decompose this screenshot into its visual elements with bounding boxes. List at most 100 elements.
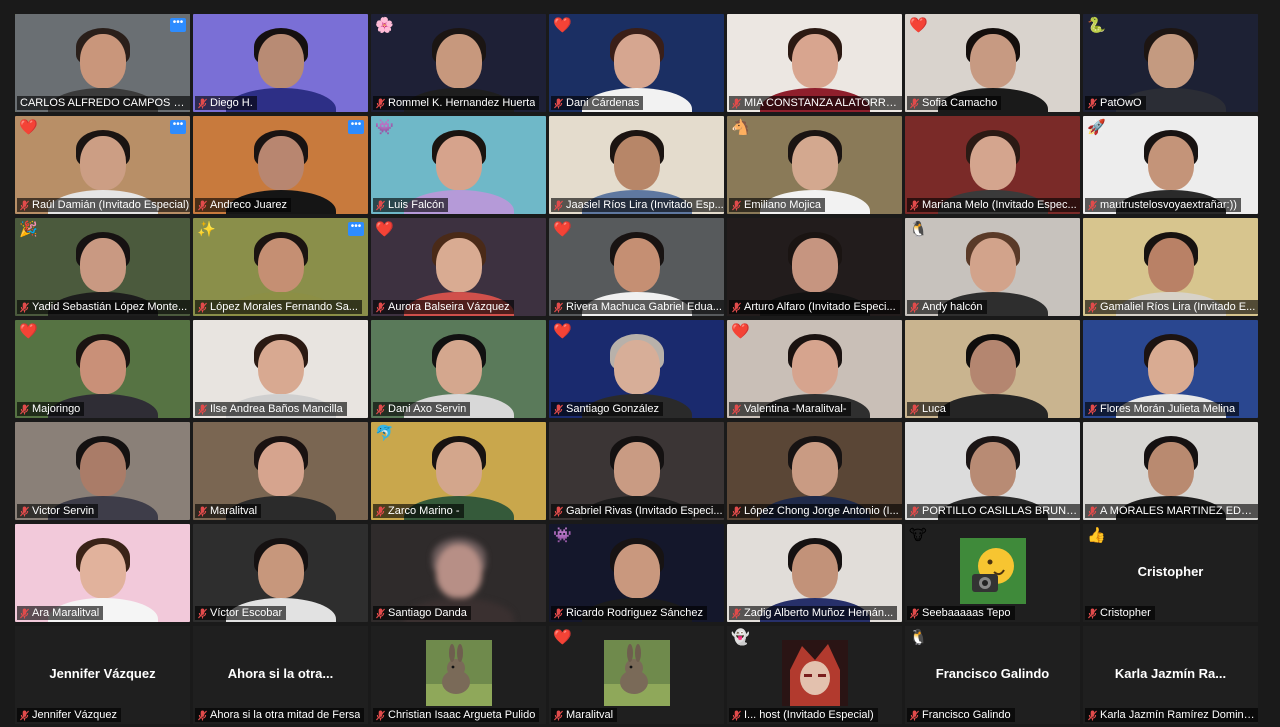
participant-tile[interactable]: A MORALES MARTINEZ EDGA... — [1083, 422, 1258, 520]
participant-nametag: Ahora si la otra mitad de Fersa — [195, 708, 365, 722]
participant-name: Francisco Galindo — [922, 709, 1011, 721]
participant-tile[interactable]: López Chong Jorge Antonio (I... — [727, 422, 902, 520]
participant-nametag: Ricardo Rodriguez Sánchez — [551, 606, 707, 620]
participant-tile[interactable]: ••• Andreco Juarez — [193, 116, 368, 214]
participant-tile[interactable]: Zadig Alberto Muñoz Hernán... — [727, 524, 902, 622]
participant-tile[interactable]: 👻 I... host (Invitado Especial) — [727, 626, 902, 724]
participant-nametag: Luis Falcón — [373, 198, 449, 212]
participant-nametag: Zadig Alberto Muñoz Hernán... — [729, 606, 898, 620]
muted-mic-icon — [554, 200, 563, 211]
participant-nametag: Mariana Melo (Invitado Espec... — [907, 198, 1080, 212]
reaction-icon: 🐬 — [375, 425, 394, 442]
participant-name: Andreco Juarez — [210, 199, 288, 211]
muted-mic-icon — [376, 506, 385, 517]
participant-tile[interactable]: 🎉 Yadid Sebastián López Monte... — [15, 218, 190, 316]
participant-tile[interactable]: Francisco Galindo 🐧 Francisco Galindo — [905, 626, 1080, 724]
participant-tile[interactable]: Ahora si la otra... Ahora si la otra mita… — [193, 626, 368, 724]
muted-mic-icon — [732, 404, 741, 415]
participant-nametag: Seebaaaaas Tepo — [907, 606, 1015, 620]
participant-tile[interactable]: Dani Axo Servin — [371, 320, 546, 418]
participant-nametag: Dani Axo Servin — [373, 402, 471, 416]
participant-tile[interactable]: 🚀 mautrustelosvoyaextrañar:)) — [1083, 116, 1258, 214]
participant-tile[interactable]: Arturo Alfaro (Invitado Especi... — [727, 218, 902, 316]
participant-tile[interactable]: Maralitval — [193, 422, 368, 520]
participant-tile[interactable]: ❤️ Sofia Camacho — [905, 14, 1080, 112]
participant-nametag: López Morales Fernando Sa... — [195, 300, 362, 314]
participant-name: PatOwO — [1100, 97, 1142, 109]
more-options-icon[interactable]: ••• — [348, 120, 364, 134]
participant-tile[interactable]: Diego H. — [193, 14, 368, 112]
participant-tile[interactable]: ••• CARLOS ALFREDO CAMPOS DE L... — [15, 14, 190, 112]
participant-tile[interactable]: PORTILLO CASILLAS BRUNO E... — [905, 422, 1080, 520]
participant-name: Karla Jazmín Ramírez Doming... — [1100, 709, 1258, 721]
profile-picture — [425, 640, 492, 706]
participant-tile[interactable]: 🐴 Emiliano Mojica — [727, 116, 902, 214]
participant-nametag: Ilse Andrea Baños Mancilla — [195, 402, 347, 416]
muted-mic-icon — [732, 506, 741, 517]
participant-tile[interactable]: 🐍 PatOwO — [1083, 14, 1258, 112]
participant-tile[interactable]: Ilse Andrea Baños Mancilla — [193, 320, 368, 418]
participant-tile[interactable]: Cristopher 👍 Cristopher — [1083, 524, 1258, 622]
participant-tile[interactable]: Gabriel Rivas (Invitado Especi... — [549, 422, 724, 520]
participant-tile[interactable]: Gamaliel Ríos Lira (Invitado E... — [1083, 218, 1258, 316]
participant-nametag: Zarco Marino - — [373, 504, 464, 518]
participant-tile[interactable]: 👾 Ricardo Rodriguez Sánchez — [549, 524, 724, 622]
participant-name: Gabriel Rivas (Invitado Especi... — [566, 505, 723, 517]
participant-tile[interactable]: Santiago Danda — [371, 524, 546, 622]
participant-nametag: Maralitval — [551, 708, 618, 722]
participant-nametag: Cristopher — [1085, 606, 1155, 620]
more-options-icon[interactable]: ••• — [170, 18, 186, 32]
participant-tile[interactable]: ❤️ Santiago González — [549, 320, 724, 418]
participant-tile[interactable]: Flores Morán Julieta Melina — [1083, 320, 1258, 418]
participant-tile[interactable]: ❤️ Dani Cárdenas — [549, 14, 724, 112]
participant-tile[interactable]: 🐧 Andy halcón — [905, 218, 1080, 316]
participant-nametag: Victor Servin — [17, 504, 99, 518]
participant-tile[interactable]: Ara Maralitval — [15, 524, 190, 622]
participant-tile[interactable]: ✨ ••• López Morales Fernando Sa... — [193, 218, 368, 316]
muted-mic-icon — [198, 608, 207, 619]
participant-tile[interactable]: 🌸 Rommel K. Hernandez Huerta — [371, 14, 546, 112]
participant-name: Ilse Andrea Baños Mancilla — [210, 403, 343, 415]
muted-mic-icon — [20, 506, 29, 517]
participant-tile[interactable]: ❤️ Aurora Balseira Vázquez — [371, 218, 546, 316]
participant-tile[interactable]: Victor Servin — [15, 422, 190, 520]
reaction-icon: ❤️ — [909, 17, 928, 34]
participant-tile[interactable]: 🐮 Seebaaaaas Tepo — [905, 524, 1080, 622]
participant-nametag: López Chong Jorge Antonio (I... — [729, 504, 902, 518]
participant-tile[interactable]: Christian Isaac Argueta Pulido — [371, 626, 546, 724]
participant-tile[interactable]: ❤️ Valentina -Maralitval- — [727, 320, 902, 418]
more-options-icon[interactable]: ••• — [348, 222, 364, 236]
participant-tile[interactable]: ❤️ Rivera Machuca Gabriel Edua... — [549, 218, 724, 316]
participant-tile[interactable]: ❤️ Maralitval — [549, 626, 724, 724]
participant-tile[interactable]: Mariana Melo (Invitado Espec... — [905, 116, 1080, 214]
participant-tile[interactable]: Jaasiel Ríos Lira (Invitado Esp... — [549, 116, 724, 214]
participant-name: Emiliano Mojica — [744, 199, 822, 211]
participant-nametag: MIA CONSTANZA ALATORRE ... — [729, 96, 902, 110]
participant-tile[interactable]: ❤️ Majoringo — [15, 320, 190, 418]
participant-name: Christian Isaac Argueta Pulido — [388, 709, 536, 721]
participant-nametag: Sofia Camacho — [907, 96, 1002, 110]
participant-tile[interactable]: Víctor Escobar — [193, 524, 368, 622]
participant-name: Flores Morán Julieta Melina — [1100, 403, 1236, 415]
participant-name: López Chong Jorge Antonio (I... — [744, 505, 899, 517]
participant-tile[interactable]: MIA CONSTANZA ALATORRE ... — [727, 14, 902, 112]
muted-mic-icon — [376, 200, 385, 211]
participant-name: Victor Servin — [32, 505, 95, 517]
muted-mic-icon — [198, 710, 207, 721]
muted-mic-icon — [910, 302, 919, 313]
participant-name: Diego H. — [210, 97, 253, 109]
participant-tile[interactable]: Jennifer Vázquez Jennifer Vázquez — [15, 626, 190, 724]
reaction-icon: 🐮 — [909, 527, 927, 544]
muted-mic-icon — [910, 608, 919, 619]
participant-display-name: Jennifer Vázquez — [49, 666, 156, 681]
participant-tile[interactable]: Luca — [905, 320, 1080, 418]
muted-mic-icon — [554, 506, 563, 517]
participant-name: A MORALES MARTINEZ EDGA... — [1100, 505, 1258, 517]
participant-tile[interactable]: ❤️ ••• Raúl Damián (Invitado Especial) — [15, 116, 190, 214]
muted-mic-icon — [910, 404, 919, 415]
participant-tile[interactable]: 🐬 Zarco Marino - — [371, 422, 546, 520]
more-options-icon[interactable]: ••• — [170, 120, 186, 134]
participant-tile[interactable]: 👾 Luis Falcón — [371, 116, 546, 214]
participant-tile[interactable]: Karla Jazmín Ra... Karla Jazmín Ramírez D… — [1083, 626, 1258, 724]
participant-name: I... host (Invitado Especial) — [744, 709, 874, 721]
